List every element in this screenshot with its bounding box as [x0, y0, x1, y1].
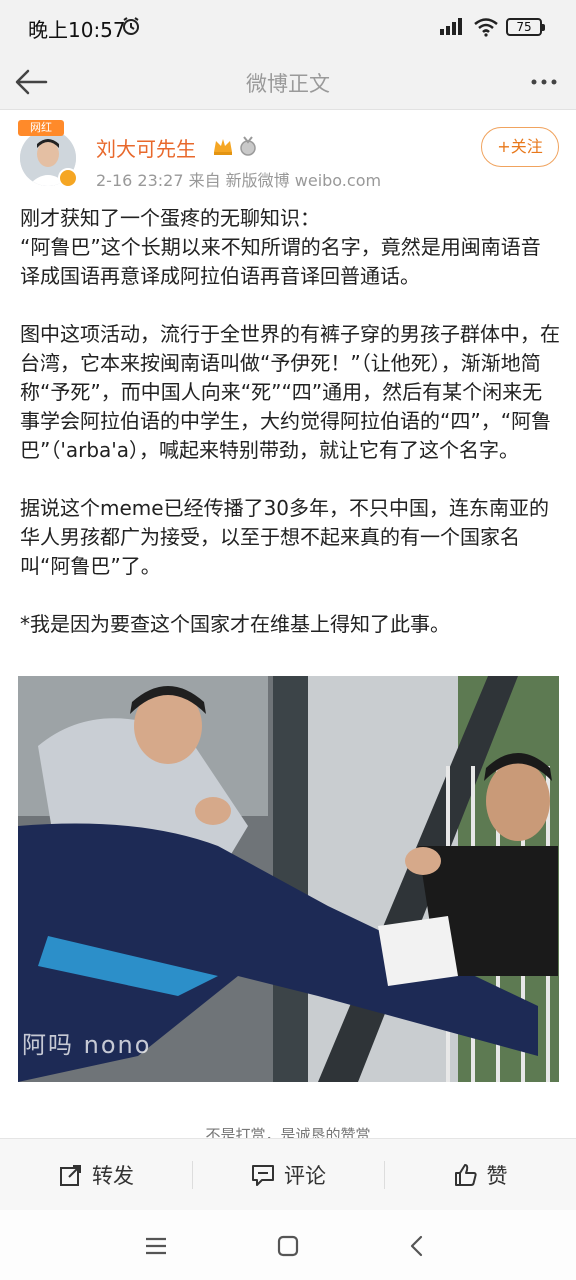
comment-button[interactable]: 评论: [192, 1139, 384, 1211]
comment-icon: [252, 1165, 274, 1186]
image-watermark: 阿吗 nono: [22, 1031, 152, 1059]
post-paragraph: *我是因为要查这个国家才在维基上得知了此事。: [20, 612, 450, 636]
home-icon[interactable]: [272, 1230, 304, 1262]
crown-icon: [214, 139, 232, 155]
avatar-badge: 网红: [18, 120, 64, 136]
user-name[interactable]: 刘大可先生: [96, 133, 196, 162]
status-time: 晚上10:57: [28, 18, 126, 42]
medal-icon: [240, 136, 256, 156]
post-image[interactable]: 阿吗 nono: [18, 676, 559, 1082]
post-paragraph: 刚才获知了一个蛋疼的无聊知识： “阿鲁巴”这个长期以来不知所谓的名字，竟然是用闽…: [20, 206, 541, 288]
repost-label: 转发: [92, 1164, 134, 1188]
system-nav-bar: [0, 1210, 576, 1280]
alarm-icon: [123, 17, 139, 35]
more-dots-icon[interactable]: [524, 62, 564, 102]
nav-bar: 微博正文: [0, 54, 576, 110]
follow-button[interactable]: +关注: [481, 127, 559, 167]
wifi-icon: [474, 18, 498, 37]
like-button[interactable]: 赞: [384, 1139, 576, 1211]
signal-icon: [440, 18, 462, 35]
action-bar: 转发 评论 赞: [0, 1138, 576, 1210]
post-photo: [18, 676, 559, 1082]
post-meta: 2-16 23:27 来自 新版微博 weibo.com: [96, 171, 382, 190]
thumbs-up-icon: [454, 1164, 477, 1186]
post-paragraph: 图中这项活动，流行于全世界的有裤子穿的男孩子群体中，在台湾，它本来按闽南语叫做“…: [20, 322, 560, 462]
repost-icon: [60, 1165, 81, 1186]
like-label: 赞: [486, 1164, 508, 1188]
back-arrow-icon[interactable]: [12, 62, 52, 102]
verified-badge-icon: [58, 168, 78, 188]
comment-label: 评论: [284, 1164, 326, 1188]
repost-button[interactable]: 转发: [0, 1139, 192, 1211]
post-body: 刚才获知了一个蛋疼的无聊知识： “阿鲁巴”这个长期以来不知所谓的名字，竟然是用闽…: [20, 204, 560, 668]
status-bar: 晚上10:57 75: [0, 0, 576, 54]
post-paragraph: 据说这个meme已经传播了30多年，不只中国，连东南亚的华人男孩都广为接受，以至…: [20, 496, 550, 578]
back-icon[interactable]: [402, 1230, 434, 1262]
menu-icon[interactable]: [140, 1230, 172, 1262]
page-title: 微博正文: [246, 72, 330, 96]
battery-icon: 75: [506, 18, 545, 36]
